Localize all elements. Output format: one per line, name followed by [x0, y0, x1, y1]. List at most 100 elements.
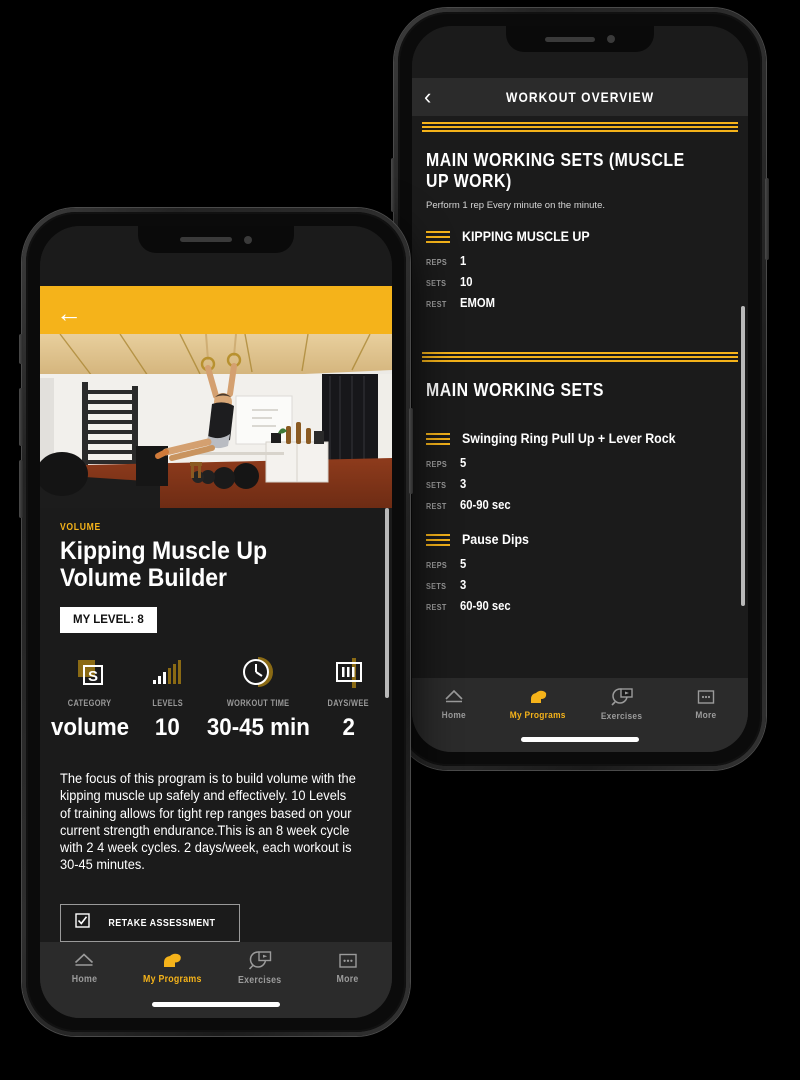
tab-label: My Programs — [142, 974, 202, 985]
front-phone-device: ← VOLUME Kipping Muscle Up Volume Builde… — [19, 208, 413, 1036]
svg-text:S: S — [88, 668, 98, 685]
exercise-marker-icon — [426, 230, 450, 243]
tab-exercises[interactable]: Exercises — [216, 942, 304, 994]
workout-section: MAIN WORKING SETS (MUSCLE UP WORK) Perfo… — [412, 132, 748, 314]
tab-exercises[interactable]: Exercises — [580, 678, 664, 730]
scrollbar-thumb[interactable] — [385, 508, 389, 698]
exercise-marker-icon — [426, 432, 450, 445]
retake-assessment-button[interactable]: RETAKE ASSESSMENT — [60, 903, 240, 942]
stat-label: WORKOUT TIME — [226, 698, 290, 708]
chevron-left-icon[interactable]: ‹ — [424, 86, 431, 108]
athlete-on-rings-photo — [40, 334, 392, 508]
more-dots-icon — [696, 688, 716, 706]
field-label: SETS — [426, 581, 447, 591]
workout-section: MAIN WORKING SETS Swinging Ring Pull Up … — [412, 362, 748, 617]
back-phone-device: ‹ WORKOUT OVERVIEW MAIN WORKING SETS (MU… — [391, 8, 769, 770]
notch — [506, 26, 654, 52]
front-camera-icon — [244, 235, 252, 244]
field-label: REPS — [426, 560, 448, 570]
volume-up-button[interactable] — [391, 158, 395, 212]
more-dots-icon — [337, 951, 359, 970]
exercise-item[interactable]: Pause Dips REPS 5 SETS 3 REST 60-90 sec — [426, 532, 734, 613]
section-title: MAIN WORKING SETS — [426, 380, 604, 400]
program-stats: S CATEGORY volume LEVELS 10 WORKOUT TIME… — [40, 657, 392, 742]
power-button[interactable] — [765, 178, 769, 260]
exercise-name: KIPPING MUSCLE UP — [462, 229, 590, 244]
home-icon — [443, 688, 465, 706]
exercise-field: REPS 5 — [426, 456, 734, 470]
volume-down-button[interactable] — [19, 460, 23, 518]
section-divider — [422, 122, 738, 132]
my-level-chip[interactable]: MY LEVEL: 8 — [60, 607, 157, 633]
field-value: 3 — [460, 477, 467, 491]
exercise-marker-icon — [426, 533, 450, 546]
clock-icon — [239, 657, 277, 696]
bicep-icon — [159, 951, 185, 970]
stat-workout-time: WORKOUT TIME 30-45 min — [203, 657, 314, 742]
exercise-item[interactable]: Swinging Ring Pull Up + Lever Rock REPS … — [426, 431, 734, 512]
field-value: 3 — [460, 578, 467, 592]
stat-levels: LEVELS 10 — [132, 657, 203, 742]
arrow-left-icon[interactable]: ← — [56, 300, 82, 326]
screenshot-stage: ‹ WORKOUT OVERVIEW MAIN WORKING SETS (MU… — [0, 0, 800, 1080]
calendar-days-icon — [330, 657, 368, 696]
front-camera-icon — [607, 35, 615, 43]
retake-assessment-label: RETAKE ASSESSMENT — [108, 916, 216, 929]
tab-more[interactable]: More — [304, 942, 392, 994]
exercise-field: REPS 5 — [426, 557, 734, 571]
program-category-label: VOLUME — [60, 522, 101, 533]
field-label: SETS — [426, 480, 447, 490]
field-value: 60-90 sec — [460, 599, 511, 613]
tab-label: My Programs — [510, 709, 566, 721]
tab-label: More — [695, 709, 717, 721]
tab-my-programs[interactable]: My Programs — [128, 942, 216, 994]
field-label: SETS — [426, 278, 447, 288]
exercise-field: REST 60-90 sec — [426, 498, 734, 512]
exercise-field: SETS 10 — [426, 275, 734, 289]
exercise-search-icon — [610, 687, 634, 707]
section-title: MAIN WORKING SETS (MUSCLE UP WORK) — [426, 150, 685, 191]
workout-overview-scroll[interactable]: MAIN WORKING SETS (MUSCLE UP WORK) Perfo… — [412, 116, 748, 752]
field-value: 5 — [460, 456, 467, 470]
exercise-field: REST EMOM — [426, 296, 734, 310]
exercise-field: SETS 3 — [426, 578, 734, 592]
field-label: REST — [426, 501, 447, 511]
field-value: 10 — [460, 275, 473, 289]
tab-home[interactable]: Home — [412, 678, 496, 730]
program-title: Kipping Muscle Up Volume Builder — [60, 537, 267, 592]
stat-value: 2 — [342, 714, 355, 741]
field-label: REST — [426, 299, 447, 309]
earpiece-speaker — [180, 237, 232, 242]
tab-label: Exercises — [601, 710, 643, 722]
stat-label: CATEGORY — [68, 698, 112, 708]
home-icon — [72, 951, 96, 970]
field-label: REPS — [426, 257, 448, 267]
power-button[interactable] — [409, 408, 413, 494]
hero-banner: ← — [40, 286, 392, 508]
field-label: REST — [426, 602, 447, 612]
tab-my-programs[interactable]: My Programs — [496, 678, 580, 730]
field-value: 60-90 sec — [460, 498, 511, 512]
stat-value: volume — [50, 714, 130, 741]
volume-up-button[interactable] — [19, 388, 23, 446]
front-phone-screen: ← VOLUME Kipping Muscle Up Volume Builde… — [40, 226, 392, 1018]
levels-bars-icon — [149, 657, 185, 696]
tab-more[interactable]: More — [664, 678, 748, 730]
checkbox-check-icon — [75, 912, 90, 933]
back-phone-screen: ‹ WORKOUT OVERVIEW MAIN WORKING SETS (MU… — [412, 26, 748, 752]
exercise-field: SETS 3 — [426, 477, 734, 491]
tab-home[interactable]: Home — [40, 942, 128, 994]
exercise-search-icon — [247, 950, 273, 971]
stat-value: 10 — [154, 714, 180, 741]
tab-label: Home — [441, 709, 467, 721]
stat-value: 30-45 min — [206, 714, 310, 741]
stat-days-per-week: DAYS/WEE 2 — [313, 657, 384, 742]
category-badge-icon: S — [72, 657, 108, 696]
stat-category: S CATEGORY volume — [48, 657, 132, 742]
field-value: 1 — [460, 254, 467, 268]
exercise-item[interactable]: KIPPING MUSCLE UP REPS 1 SETS 10 REST EM… — [426, 229, 734, 310]
scrollbar-thumb[interactable] — [741, 306, 745, 606]
mute-switch[interactable] — [19, 334, 23, 364]
stat-label: DAYS/WEE — [328, 698, 370, 708]
stat-label: LEVELS — [151, 698, 183, 708]
